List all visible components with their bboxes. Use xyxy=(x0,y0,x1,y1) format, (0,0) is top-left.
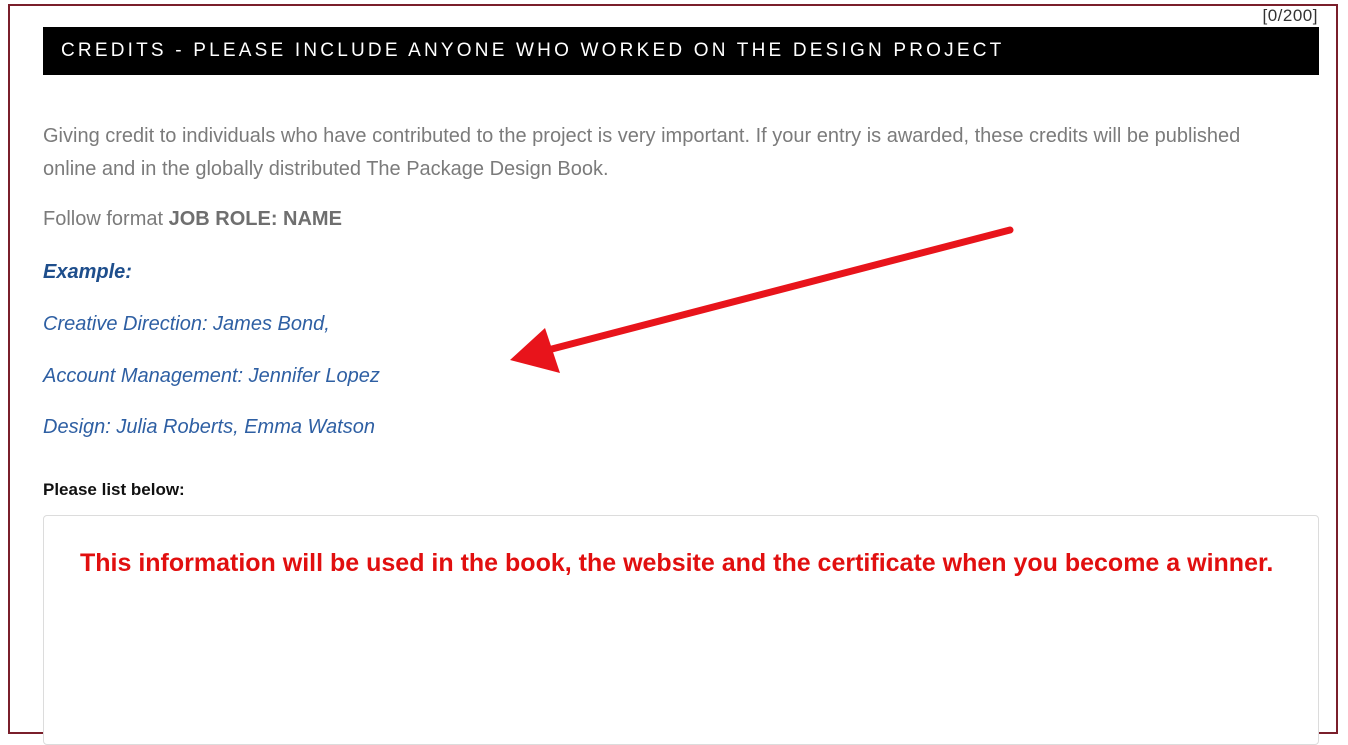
example-heading: Example: xyxy=(43,261,132,283)
section-header-title: CREDITS - PLEASE INCLUDE ANYONE WHO WORK… xyxy=(61,40,1005,61)
example-line-3: Design: Julia Roberts, Emma Watson xyxy=(43,416,375,438)
format-value: JOB ROLE: NAME xyxy=(168,208,342,230)
example-line-2: Account Management: Jennifer Lopez xyxy=(43,365,380,387)
format-prefix: Follow format xyxy=(43,208,169,230)
credits-list-label: Please list below: xyxy=(43,480,185,499)
intro-text: Giving credit to individuals who have co… xyxy=(43,125,1241,180)
example-line-1: Creative Direction: James Bond, xyxy=(43,313,330,335)
character-counter: [0/200] xyxy=(1262,6,1318,25)
section-header: CREDITS - PLEASE INCLUDE ANYONE WHO WORK… xyxy=(43,27,1319,75)
format-instruction: Follow format JOB ROLE: NAME xyxy=(43,208,342,231)
annotation-notice: This information will be used in the boo… xyxy=(80,549,1274,577)
